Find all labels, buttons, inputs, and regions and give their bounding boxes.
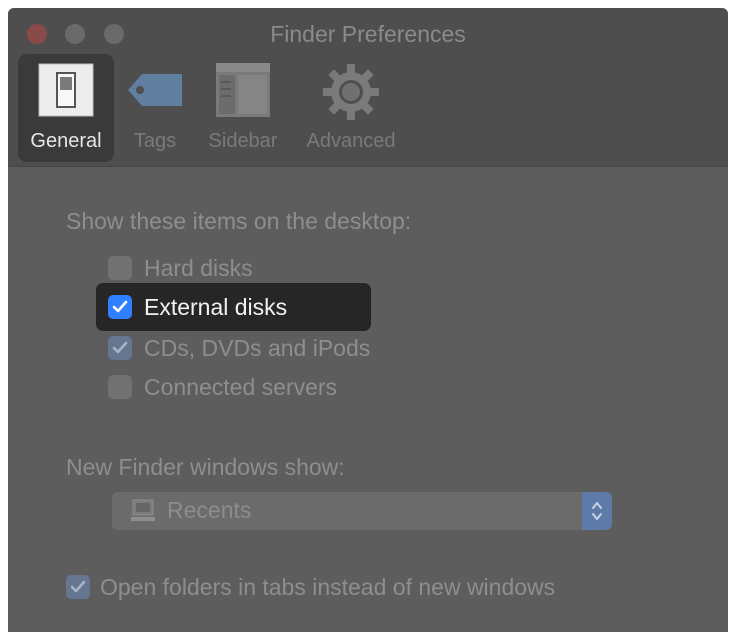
general-switch-icon [37, 62, 95, 123]
new-window-heading: New Finder windows show: [66, 454, 345, 480]
hard-disks-checkbox-row[interactable]: Hard disks [108, 252, 253, 284]
new-window-location-value: Recents [167, 497, 252, 523]
window-title: Finder Preferences [270, 21, 466, 47]
finder-preferences-window: Finder Preferences General Tags Sidebar … [8, 8, 728, 632]
hard-disks-checkbox[interactable] [108, 256, 132, 280]
desktop-items-heading: Show these items on the desktop: [66, 208, 412, 234]
external-disks-label: External disks [144, 293, 288, 320]
cds-dvds-ipods-checkbox-row[interactable]: CDs, DVDs and iPods [108, 332, 370, 364]
connected-servers-label: Connected servers [144, 373, 338, 400]
open-folders-in-tabs-label: Open folders in tabs instead of new wind… [100, 573, 556, 600]
tab-tags-label: Tags [133, 130, 177, 152]
connected-servers-checkbox[interactable] [108, 375, 132, 399]
tab-general[interactable]: General [18, 54, 114, 162]
tab-advanced[interactable]: Advanced [296, 54, 406, 162]
open-folders-in-tabs-checkbox-row[interactable]: Open folders in tabs instead of new wind… [66, 571, 555, 603]
titlebar: Finder Preferences General Tags Sidebar … [8, 8, 728, 167]
tab-general-label: General [30, 130, 102, 152]
new-window-location-select[interactable]: Recents [112, 492, 612, 530]
checkmark-icon [112, 300, 128, 313]
tab-advanced-label: Advanced [306, 130, 396, 152]
tag-icon [124, 62, 186, 123]
tab-sidebar[interactable]: Sidebar [198, 54, 288, 162]
sidebar-icon [215, 62, 271, 123]
connected-servers-checkbox-row[interactable]: Connected servers [108, 371, 337, 403]
computer-icon [130, 499, 156, 528]
external-disks-highlight: External disks [96, 283, 371, 331]
cds-dvds-ipods-checkbox[interactable] [108, 336, 132, 360]
hard-disks-label: Hard disks [144, 254, 253, 281]
checkmark-icon [112, 341, 128, 354]
tab-tags[interactable]: Tags [122, 54, 188, 162]
external-disks-checkbox-row[interactable]: External disks [108, 291, 287, 323]
external-disks-checkbox[interactable] [108, 295, 132, 319]
checkmark-icon [70, 580, 86, 593]
open-folders-in-tabs-checkbox[interactable] [66, 575, 90, 599]
cds-dvds-ipods-label: CDs, DVDs and iPods [144, 334, 371, 361]
tab-sidebar-label: Sidebar [208, 130, 278, 152]
gear-icon [321, 62, 381, 127]
select-arrows-icon [582, 492, 612, 530]
